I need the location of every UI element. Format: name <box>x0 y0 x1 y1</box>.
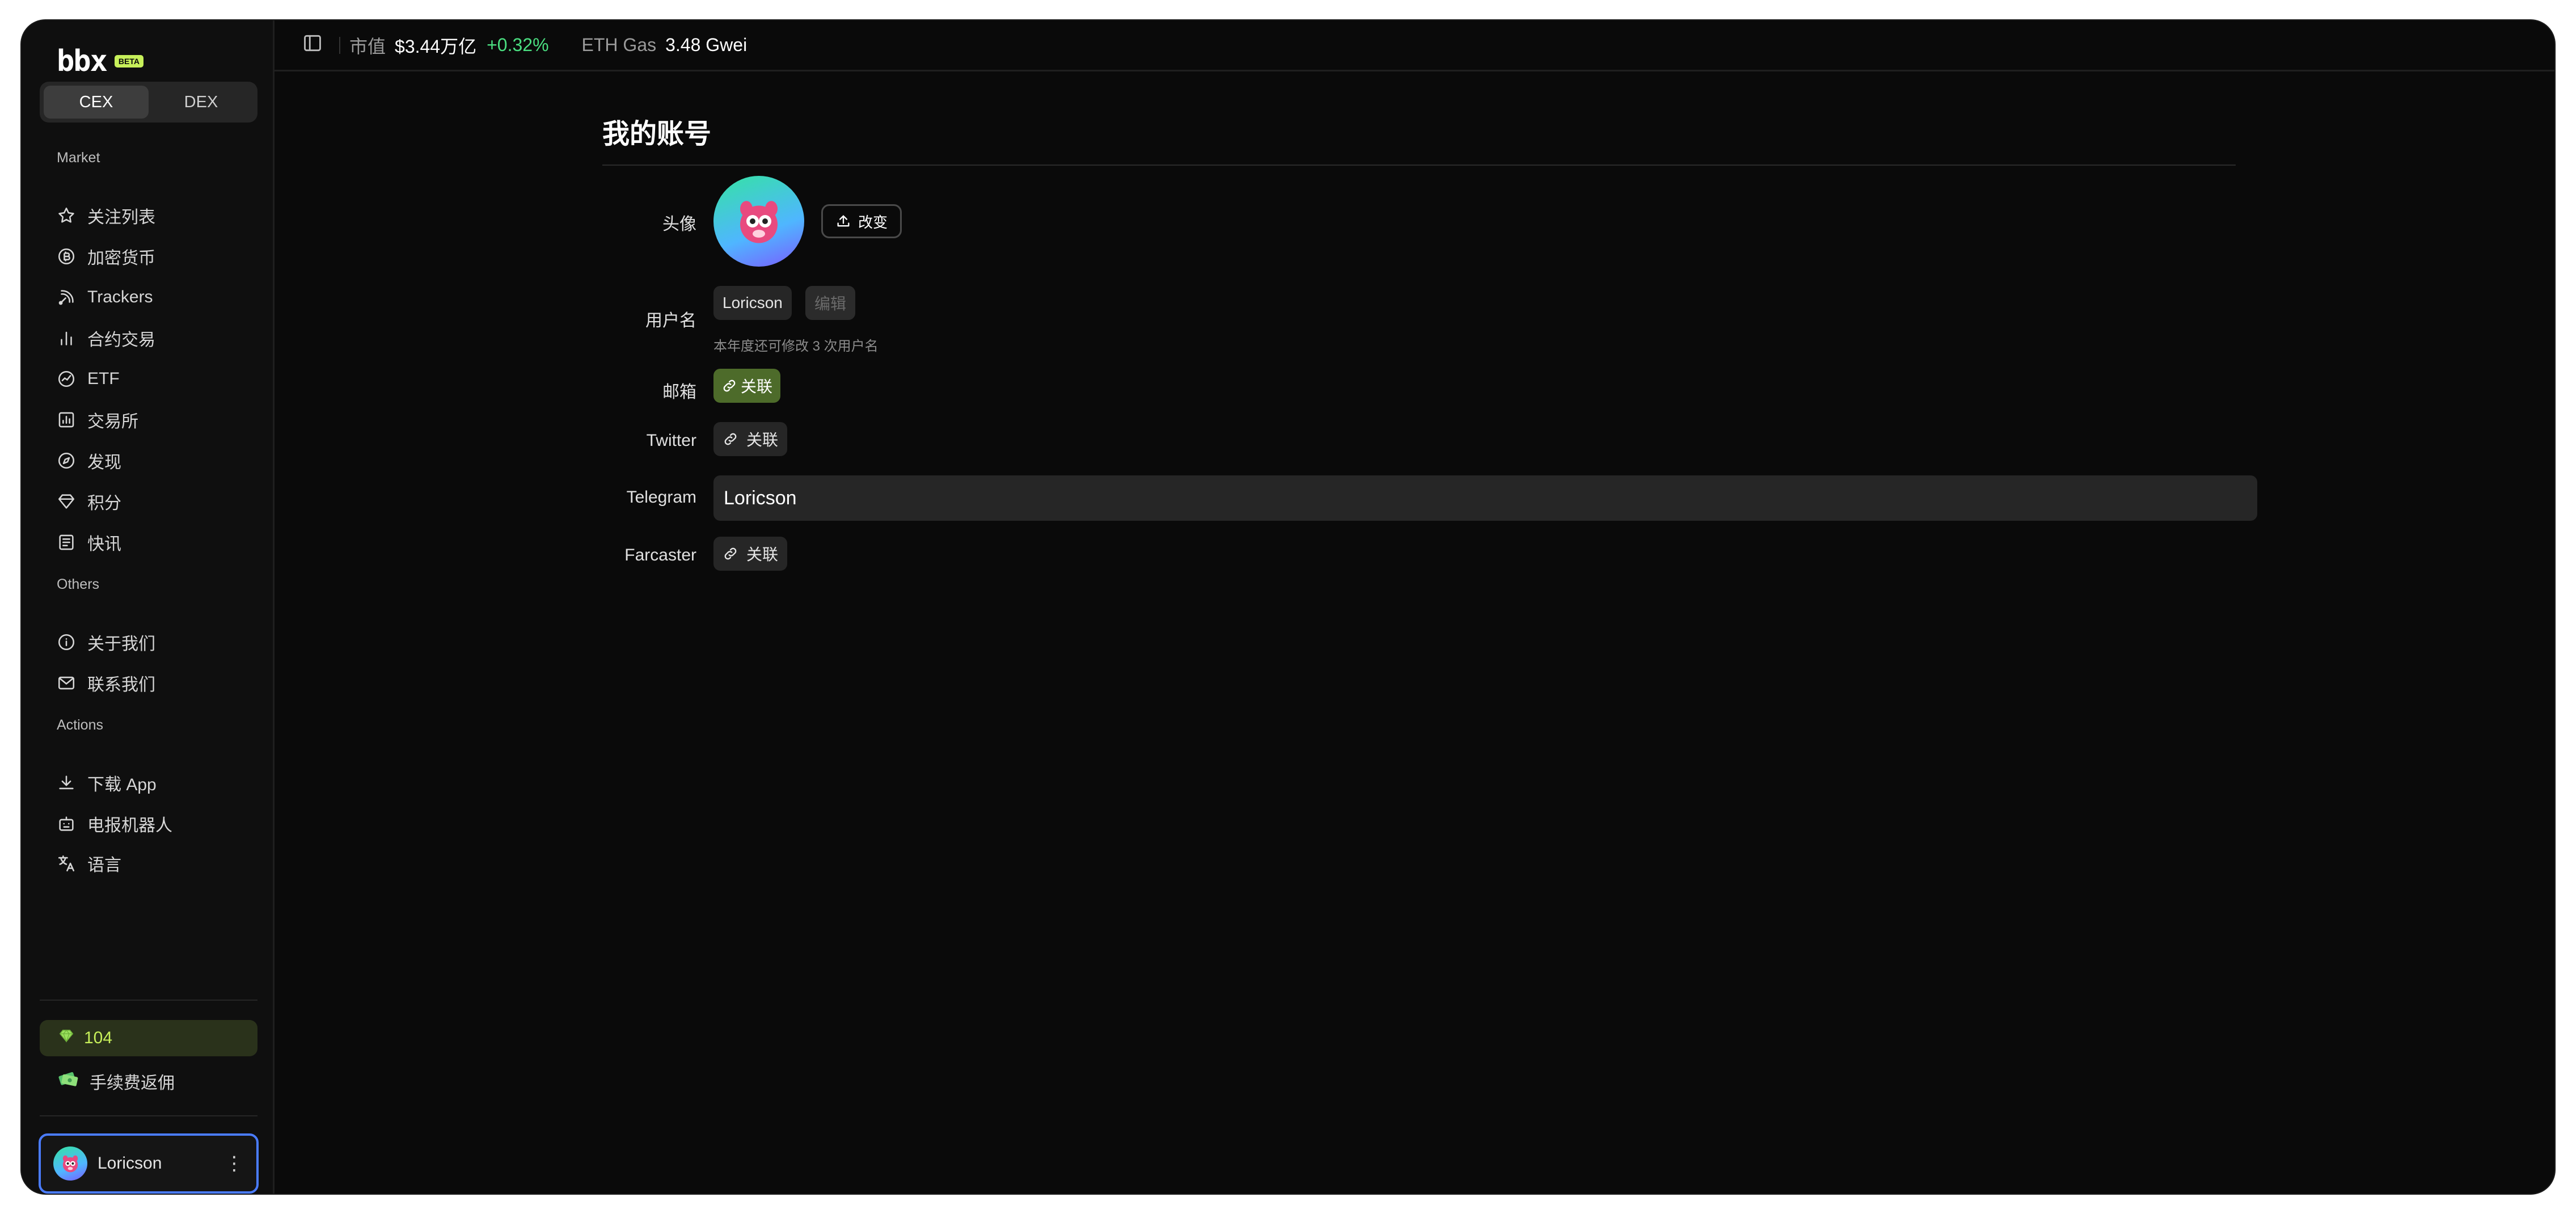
points-value: 104 <box>84 1028 113 1047</box>
account-page: 我的账号 头像 改变 用户名 Loricson 编辑 本年度还可修改 3 次用户… <box>275 71 2554 1194</box>
farcaster-label: Farcaster <box>624 546 696 564</box>
twitter-label: Twitter <box>646 431 696 450</box>
section-title-market: Market <box>57 150 100 166</box>
username-value: Loricson <box>713 286 792 320</box>
sidebar-item-label: 加密货币 <box>87 249 155 268</box>
sidebar-item-label: 电报机器人 <box>87 816 172 835</box>
cex-tab[interactable]: CEX <box>44 86 149 119</box>
cex-dex-switch: CEX DEX <box>40 82 257 123</box>
radar-icon <box>58 290 74 305</box>
section-title-actions: Actions <box>57 717 103 733</box>
gem-icon <box>58 1027 75 1049</box>
sidebar-item-etf[interactable]: ETF <box>57 362 261 396</box>
market-cap-value: $3.44万亿 <box>395 36 477 57</box>
top-bar: 市值 $3.44万亿 +0.32% ETH Gas 3.48 Gwei <box>275 20 2554 71</box>
page-title: 我的账号 <box>602 119 712 149</box>
sidebar-item-news[interactable]: 快讯 <box>57 525 261 559</box>
upload-icon <box>837 215 850 227</box>
sidebar-item-label: 积分 <box>87 494 121 513</box>
more-options-icon[interactable]: ⋮ <box>225 1152 244 1175</box>
money-icon <box>57 1069 79 1094</box>
compass-icon <box>58 452 75 469</box>
sidebar-item-label: 下载 App <box>87 775 157 794</box>
sidebar-item-label: 联系我们 <box>87 676 155 694</box>
profile-avatar <box>713 176 804 267</box>
username-hint: 本年度还可修改 3 次用户名 <box>713 339 879 354</box>
sidebar-item-label: 关注列表 <box>87 208 155 227</box>
sidebar: bbx BETA CEX DEX Market 关注列表 加密货币 Tracke… <box>22 20 275 1194</box>
market-cap-change: +0.32% <box>487 35 549 55</box>
sidebar-item-crypto[interactable]: 加密货币 <box>57 239 261 273</box>
sidebar-toggle-icon[interactable] <box>302 32 323 58</box>
edit-username-button[interactable]: 编辑 <box>805 286 856 320</box>
fee-rebate-link[interactable]: 手续费返佣 <box>57 1064 175 1098</box>
points-badge[interactable]: 104 <box>40 1020 257 1056</box>
link-email-label: 关联 <box>741 378 773 395</box>
check-circle-icon <box>58 370 75 387</box>
sidebar-item-discover[interactable]: 发现 <box>57 444 261 478</box>
sidebar-item-download-app[interactable]: 下载 App <box>57 766 261 800</box>
telegram-field: Loricson <box>713 475 2257 521</box>
topbar-separator <box>339 36 340 54</box>
coin-icon <box>58 248 75 265</box>
exchange-chart-icon <box>58 412 74 428</box>
market-cap-label: 市值 <box>349 36 386 57</box>
info-icon <box>58 634 75 651</box>
bar-chart-icon <box>61 331 72 345</box>
avatar <box>53 1146 87 1181</box>
dex-tab[interactable]: DEX <box>149 86 254 119</box>
star-icon <box>58 207 74 223</box>
link-twitter-button[interactable]: 关联 <box>713 422 788 456</box>
translate-icon <box>58 855 75 872</box>
telegram-label: Telegram <box>626 488 696 507</box>
sidebar-item-watchlist[interactable]: 关注列表 <box>57 199 261 233</box>
eth-gas-label: ETH Gas <box>581 35 657 55</box>
eth-gas-value: 3.48 Gwei <box>665 35 748 55</box>
beta-badge: BETA <box>114 55 143 68</box>
sidebar-item-label: 快讯 <box>87 535 121 554</box>
sidebar-item-points[interactable]: 积分 <box>57 484 261 519</box>
sidebar-item-contact[interactable]: 联系我们 <box>57 666 261 700</box>
avatar-label: 头像 <box>662 215 696 234</box>
sidebar-item-exchanges[interactable]: 交易所 <box>57 403 261 437</box>
logo-mark: bbx <box>57 44 108 78</box>
link-icon <box>724 547 737 560</box>
change-avatar-label: 改变 <box>858 213 888 231</box>
link-twitter-label: 关联 <box>746 431 779 449</box>
sidebar-item-label: Trackers <box>87 288 153 306</box>
sidebar-item-label: ETF <box>87 369 120 388</box>
sidebar-item-label: 语言 <box>87 856 121 875</box>
sidebar-item-label: 发现 <box>87 453 121 472</box>
section-title-others: Others <box>57 576 100 592</box>
link-email-button[interactable]: 关联 <box>713 369 781 403</box>
logo[interactable]: bbx BETA <box>57 44 143 78</box>
mail-icon <box>58 676 75 690</box>
fee-rebate-label: 手续费返佣 <box>90 1074 175 1093</box>
sidebar-divider <box>40 1000 257 1001</box>
username-label: 用户名 <box>645 311 696 330</box>
sidebar-item-label: 交易所 <box>87 412 138 431</box>
link-icon <box>723 380 736 392</box>
app-window: bbx BETA CEX DEX Market 关注列表 加密货币 Tracke… <box>22 20 2554 1194</box>
link-farcaster-label: 关联 <box>746 546 779 563</box>
sidebar-item-telegram-bot[interactable]: 电报机器人 <box>57 807 261 841</box>
link-icon <box>724 433 737 445</box>
newspaper-icon <box>59 534 74 550</box>
bot-icon <box>59 816 74 831</box>
user-name: Loricson <box>98 1154 162 1173</box>
link-farcaster-button[interactable]: 关联 <box>713 537 788 571</box>
sidebar-divider-bottom <box>40 1115 257 1116</box>
sidebar-item-trackers[interactable]: Trackers <box>57 280 261 314</box>
email-label: 邮箱 <box>662 383 696 402</box>
sidebar-item-label: 合约交易 <box>87 331 155 349</box>
download-icon <box>59 775 74 790</box>
diamond-icon <box>58 494 75 509</box>
change-avatar-button[interactable]: 改变 <box>821 204 902 238</box>
sidebar-item-language[interactable]: 语言 <box>57 846 261 880</box>
title-divider <box>602 165 2236 166</box>
sidebar-item-label: 关于我们 <box>87 635 155 654</box>
user-menu[interactable]: Loricson ⋮ <box>39 1133 259 1194</box>
sidebar-item-about[interactable]: 关于我们 <box>57 625 261 659</box>
sidebar-item-futures[interactable]: 合约交易 <box>57 321 261 355</box>
